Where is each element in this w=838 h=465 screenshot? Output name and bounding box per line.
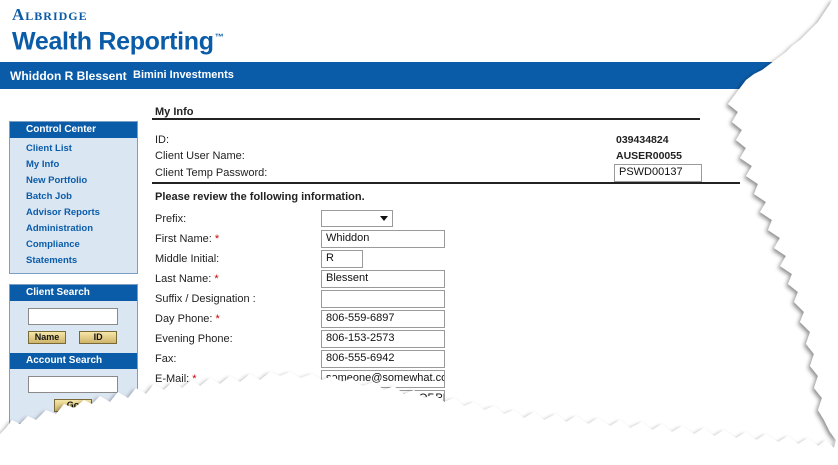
nav-client-list[interactable]: Client List xyxy=(10,141,137,157)
search-by-id-button[interactable]: ID xyxy=(79,331,118,344)
account-search-go-button[interactable]: Go xyxy=(54,399,92,412)
control-center-title: Control Center xyxy=(10,122,137,138)
chevron-down-icon xyxy=(380,216,388,221)
nav-statements[interactable]: Statements xyxy=(10,253,137,269)
nav-my-info[interactable]: My Info xyxy=(10,157,137,173)
control-center-panel: Control Center Client List My Info New P… xyxy=(9,121,138,274)
header-firm-name: Bimini Investments xyxy=(133,69,234,81)
info-divider xyxy=(152,182,740,184)
middle-initial-label: Middle Initial: xyxy=(155,253,220,265)
last-name-label: Last Name: * xyxy=(155,273,219,285)
prefix-label: Prefix: xyxy=(155,213,187,225)
logo-product: Wealth Reporting™ xyxy=(12,24,224,56)
day-phone-label-text: Day Phone: xyxy=(155,313,213,325)
client-user-name-value: AUSER00055 xyxy=(616,150,682,162)
required-marker: * xyxy=(215,313,220,325)
email-field[interactable]: someone@somewhat.com xyxy=(321,370,445,388)
client-search-buttons: Name ID xyxy=(28,331,137,345)
fax-field[interactable]: 806-555-6942 xyxy=(321,350,445,368)
first-name-field[interactable]: Whiddon xyxy=(321,230,445,248)
title-divider xyxy=(152,118,700,120)
client-temp-password-label: Client Temp Password: xyxy=(155,167,268,179)
first-name-label-text: First Name: xyxy=(155,233,212,245)
evening-phone-label: Evening Phone: xyxy=(155,333,233,345)
client-search-title: Client Search xyxy=(10,285,137,301)
nav-administration[interactable]: Administration xyxy=(10,221,137,237)
last-name-field[interactable]: Blessent xyxy=(321,270,445,288)
fax-label: Fax: xyxy=(155,353,177,365)
client-temp-password-field[interactable]: PSWD00137 xyxy=(614,164,702,182)
suffix-label: Suffix / Designation : xyxy=(155,293,256,305)
address-field[interactable]: 2186 MEADOWTHORPE xyxy=(321,390,445,408)
nav-batch-job[interactable]: Batch Job xyxy=(10,189,137,205)
day-phone-field[interactable]: 806-559-6897 xyxy=(321,310,445,328)
first-name-label: First Name: * xyxy=(155,233,219,245)
id-value: 039434824 xyxy=(616,134,669,146)
review-heading: Please review the following information. xyxy=(155,191,365,203)
suffix-field[interactable] xyxy=(321,290,445,308)
page-title: My Info xyxy=(155,106,194,118)
email-label: E-Mail: * xyxy=(155,373,197,385)
day-phone-label: Day Phone: * xyxy=(155,313,220,325)
prefix-select[interactable] xyxy=(321,210,393,227)
search-panel: Client Search Name ID Account Search Go xyxy=(9,284,138,424)
last-name-label-text: Last Name: xyxy=(155,273,212,285)
logo-product-name: Wealth Reporting xyxy=(12,27,214,56)
logo-trademark: ™ xyxy=(214,32,224,42)
logo-brand: Albridge xyxy=(12,5,88,24)
evening-phone-field[interactable]: 806-153-2573 xyxy=(321,330,445,348)
required-marker: * xyxy=(192,373,197,385)
nav-advisor-reports[interactable]: Advisor Reports xyxy=(10,205,137,221)
control-center-menu: Client List My Info New Portfolio Batch … xyxy=(10,138,137,273)
nav-new-portfolio[interactable]: New Portfolio xyxy=(10,173,137,189)
header-user-name: Whiddon R Blessent xyxy=(10,69,127,83)
id-label: ID: xyxy=(155,134,170,146)
header-bar: Whiddon R Blessent Bimini Investments xyxy=(0,62,838,89)
email-label-text: E-Mail: xyxy=(155,373,190,385)
account-search-buttons: Go xyxy=(54,399,137,413)
account-search-title: Account Search xyxy=(10,353,137,369)
client-user-name-label: Client User Name: xyxy=(155,150,245,162)
albridge-logo: Albridge Wealth Reporting™ xyxy=(12,5,224,56)
required-marker: * xyxy=(214,273,219,285)
nav-compliance[interactable]: Compliance xyxy=(10,237,137,253)
middle-initial-field[interactable]: R xyxy=(321,250,363,268)
required-marker: * xyxy=(214,233,220,245)
client-search-input[interactable] xyxy=(28,308,118,325)
account-search-input[interactable] xyxy=(28,376,118,393)
search-by-name-button[interactable]: Name xyxy=(28,331,66,344)
